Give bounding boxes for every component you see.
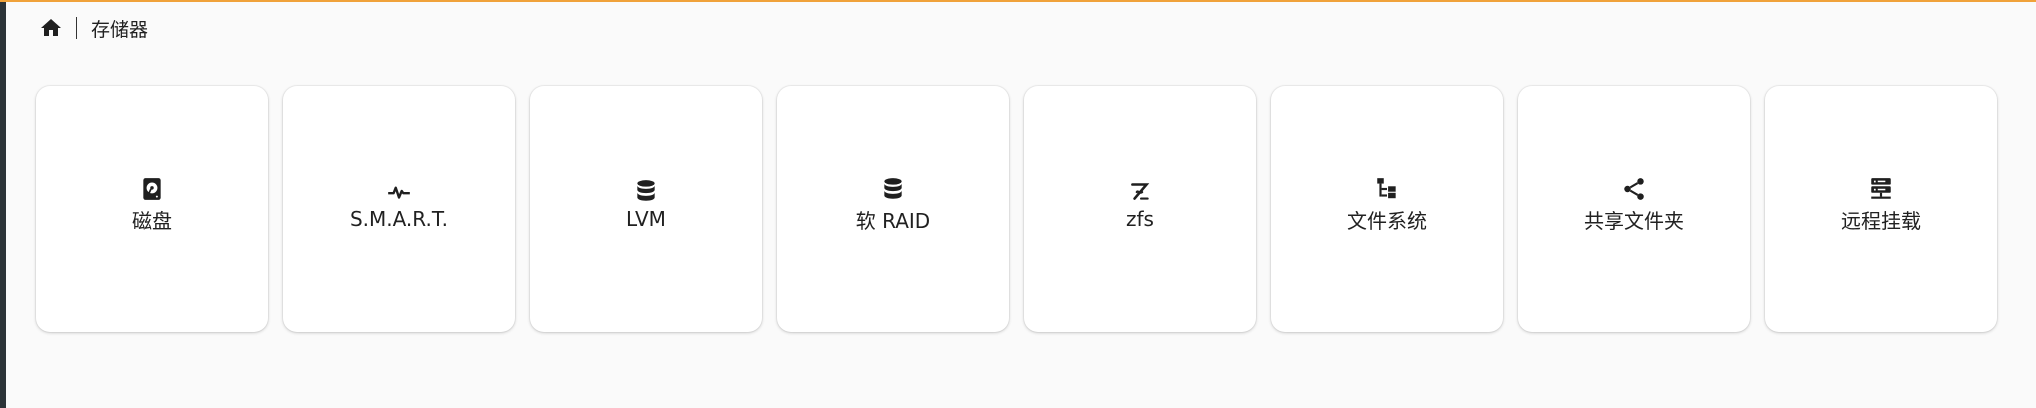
tile-label: 软 RAID [855, 208, 931, 233]
tile-lvm[interactable]: LVM [530, 86, 762, 332]
pulse-icon [385, 177, 413, 205]
home-icon [41, 19, 61, 36]
tile-shared-folders[interactable]: 共享文件夹 [1518, 86, 1750, 332]
server-network-icon [1867, 175, 1895, 203]
left-edge-bar [0, 2, 6, 408]
share-icon [1620, 175, 1648, 203]
tile-label: 文件系统 [1347, 208, 1427, 233]
tile-software-raid[interactable]: 软 RAID [777, 86, 1009, 332]
database-icon [632, 177, 660, 205]
tile-label: 共享文件夹 [1584, 208, 1684, 233]
storage-page: 存储器 磁盘 S.M.A.R.T. LVM 软 RAID zfs 文件系统 共享… [0, 0, 2036, 408]
tile-label: S.M.A.R.T. [349, 207, 449, 231]
tile-filesystems[interactable]: 文件系统 [1271, 86, 1503, 332]
tile-label: LVM [626, 207, 666, 231]
breadcrumb-current: 存储器 [91, 18, 149, 41]
storage-tiles: 磁盘 S.M.A.R.T. LVM 软 RAID zfs 文件系统 共享文件夹 … [36, 86, 1997, 332]
file-tree-icon [1373, 175, 1401, 203]
harddisk-icon [138, 175, 166, 203]
tile-disks[interactable]: 磁盘 [36, 86, 268, 332]
tile-zfs[interactable]: zfs [1024, 86, 1256, 332]
tile-label: zfs [1126, 207, 1154, 231]
breadcrumb-separator [76, 17, 77, 39]
tile-label: 远程挂载 [1841, 208, 1921, 233]
home-button[interactable] [36, 13, 66, 43]
tile-smart[interactable]: S.M.A.R.T. [283, 86, 515, 332]
database-icon [879, 175, 907, 203]
zfs-icon [1126, 177, 1154, 205]
breadcrumb: 存储器 [36, 12, 148, 44]
tile-label: 磁盘 [132, 208, 172, 233]
tile-remote-mount[interactable]: 远程挂载 [1765, 86, 1997, 332]
